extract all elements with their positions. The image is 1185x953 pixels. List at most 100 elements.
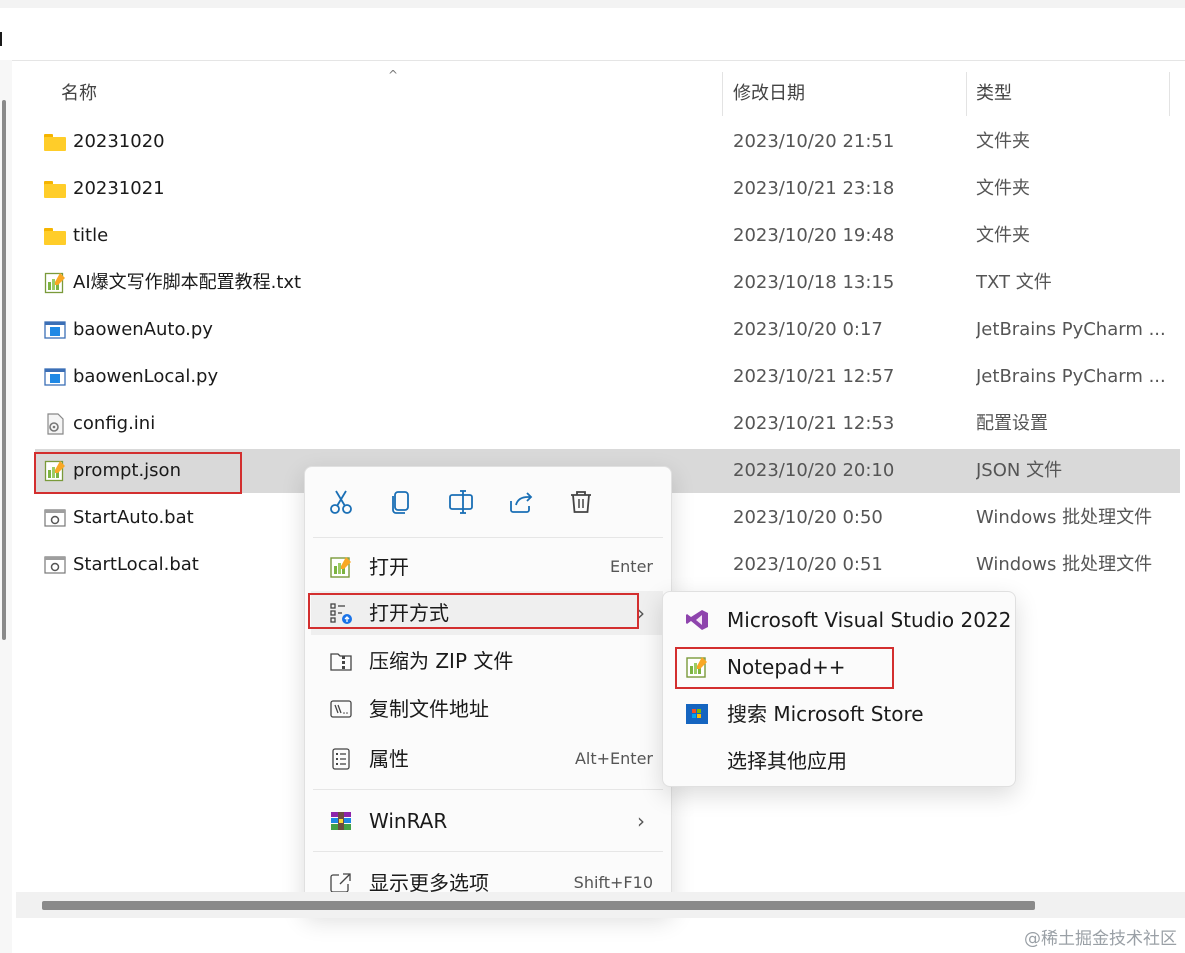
menu-item-properties[interactable]: 属性 Alt+Enter <box>311 737 663 781</box>
file-row[interactable]: AI爆文写作脚本配置教程.txt 2023/10/18 13:15 TXT 文件 <box>35 261 1180 305</box>
vertical-scrollbar[interactable] <box>2 100 6 640</box>
column-separator[interactable] <box>966 72 967 116</box>
notepad-file-icon <box>44 272 66 294</box>
file-name: baowenAuto.py <box>73 319 213 340</box>
visual-studio-icon <box>685 609 709 631</box>
file-modified-date: 2023/10/20 21:51 <box>733 131 895 152</box>
file-type: 配置设置 <box>976 413 1048 434</box>
file-type: 文件夹 <box>976 131 1030 152</box>
menu-item-open[interactable]: 打开 Enter <box>311 545 663 589</box>
open-external-icon <box>329 872 353 894</box>
text-caret <box>0 32 2 46</box>
file-modified-date: 2023/10/20 19:48 <box>733 225 895 246</box>
submenu-item-visual-studio[interactable]: Microsoft Visual Studio 2022 <box>669 598 1012 642</box>
column-header: ^ 名称 修改日期 类型 <box>12 68 1185 116</box>
context-menu: 打开 Enter 打开方式 › 压缩为 ZIP 文件 复制文件地址 属性 Alt… <box>304 466 672 912</box>
share-icon[interactable] <box>506 487 536 517</box>
column-header-name[interactable]: 名称 <box>61 72 97 116</box>
copy-path-icon <box>329 698 353 720</box>
pycharm-file-icon <box>44 366 66 388</box>
zip-folder-icon <box>329 650 353 672</box>
menu-separator <box>313 537 663 538</box>
submenu-item-choose-other-app[interactable]: 选择其他应用 <box>669 739 1009 783</box>
folder-icon <box>44 225 66 247</box>
folder-icon <box>44 131 66 153</box>
submenu-item-choose-other-app-label: 选择其他应用 <box>727 749 847 773</box>
menu-item-compress-zip-label: 压缩为 ZIP 文件 <box>369 649 514 673</box>
shortcut-label: Alt+Enter <box>574 749 653 768</box>
batch-file-icon <box>44 554 66 576</box>
properties-icon <box>329 748 353 770</box>
shortcut-label: Enter <box>610 557 653 576</box>
chevron-right-icon: › <box>637 809 645 833</box>
file-type: 文件夹 <box>976 178 1030 199</box>
file-name: 20231020 <box>73 131 165 152</box>
column-separator[interactable] <box>722 72 723 116</box>
file-type: JetBrains PyCharm ... <box>976 319 1166 340</box>
file-row[interactable]: 20231021 2023/10/21 23:18 文件夹 <box>35 167 1180 211</box>
column-header-date[interactable]: 修改日期 <box>733 72 805 116</box>
file-name: StartAuto.bat <box>73 507 194 528</box>
winrar-icon <box>329 810 353 832</box>
file-name: baowenLocal.py <box>73 366 219 387</box>
file-row[interactable]: baowenAuto.py 2023/10/20 0:17 JetBrains Py… <box>35 308 1180 352</box>
menu-item-properties-label: 属性 <box>369 747 409 771</box>
horizontal-scrollbar-thumb[interactable] <box>42 901 1035 910</box>
delete-icon[interactable] <box>566 487 596 517</box>
file-row[interactable]: config.ini 2023/10/21 12:53 配置设置 <box>35 402 1180 446</box>
highlight-box-open-with <box>308 593 639 629</box>
menu-item-copy-path[interactable]: 复制文件地址 <box>311 687 663 731</box>
file-type: Windows 批处理文件 <box>976 507 1153 528</box>
highlight-box-notepadpp <box>675 647 894 689</box>
config-file-icon <box>44 413 66 435</box>
menu-item-copy-path-label: 复制文件地址 <box>369 697 489 721</box>
file-modified-date: 2023/10/18 13:15 <box>733 272 895 293</box>
cut-icon[interactable] <box>326 487 356 517</box>
rename-icon[interactable] <box>446 487 476 517</box>
submenu-item-microsoft-store[interactable]: 搜索 Microsoft Store <box>669 692 1009 736</box>
file-row[interactable]: 20231020 2023/10/20 21:51 文件夹 <box>35 120 1180 164</box>
open-with-submenu: Microsoft Visual Studio 2022 Notepad++ 搜… <box>662 591 1016 787</box>
menu-item-winrar-label: WinRAR <box>369 809 448 833</box>
submenu-item-microsoft-store-label: 搜索 Microsoft Store <box>727 702 924 726</box>
menu-item-compress-zip[interactable]: 压缩为 ZIP 文件 <box>311 639 663 683</box>
file-modified-date: 2023/10/21 12:53 <box>733 413 895 434</box>
menu-separator <box>313 851 663 852</box>
navigation-pane-edge <box>0 60 12 953</box>
file-type: 文件夹 <box>976 225 1030 246</box>
file-modified-date: 2023/10/20 0:51 <box>733 554 883 575</box>
pycharm-file-icon <box>44 319 66 341</box>
file-name: AI爆文写作脚本配置教程.txt <box>73 272 302 293</box>
file-modified-date: 2023/10/20 0:50 <box>733 507 883 528</box>
menu-item-open-label: 打开 <box>369 555 409 579</box>
file-type: Windows 批处理文件 <box>976 554 1153 575</box>
horizontal-scrollbar[interactable] <box>16 892 1185 918</box>
file-type: TXT 文件 <box>976 272 1052 293</box>
column-header-type[interactable]: 类型 <box>976 72 1012 116</box>
file-modified-date: 2023/10/20 20:10 <box>733 460 895 481</box>
file-type: JSON 文件 <box>976 460 1063 481</box>
watermark: @稀土掘金技术社区 <box>1024 929 1177 949</box>
file-name: title <box>73 225 109 246</box>
menu-item-winrar[interactable]: WinRAR › <box>311 799 663 843</box>
quick-actions-bar <box>305 477 671 527</box>
folder-icon <box>44 178 66 200</box>
column-separator[interactable] <box>1169 72 1170 116</box>
file-row[interactable]: title 2023/10/20 19:48 文件夹 <box>35 214 1180 258</box>
notepadpp-icon <box>329 556 353 578</box>
batch-file-icon <box>44 507 66 529</box>
file-name: config.ini <box>73 413 156 434</box>
address-bar[interactable] <box>0 8 1185 61</box>
file-name: StartLocal.bat <box>73 554 199 575</box>
highlight-box-prompt-json <box>34 452 242 494</box>
microsoft-store-icon <box>685 703 709 725</box>
file-name: 20231021 <box>73 178 165 199</box>
file-modified-date: 2023/10/21 23:18 <box>733 178 895 199</box>
copy-icon[interactable] <box>386 487 416 517</box>
submenu-item-visual-studio-label: Microsoft Visual Studio 2022 <box>727 608 1012 632</box>
file-modified-date: 2023/10/20 0:17 <box>733 319 883 340</box>
sort-ascending-icon: ^ <box>388 68 399 82</box>
file-modified-date: 2023/10/21 12:57 <box>733 366 895 387</box>
file-row[interactable]: baowenLocal.py 2023/10/21 12:57 JetBrains … <box>35 355 1180 399</box>
menu-separator <box>313 789 663 790</box>
